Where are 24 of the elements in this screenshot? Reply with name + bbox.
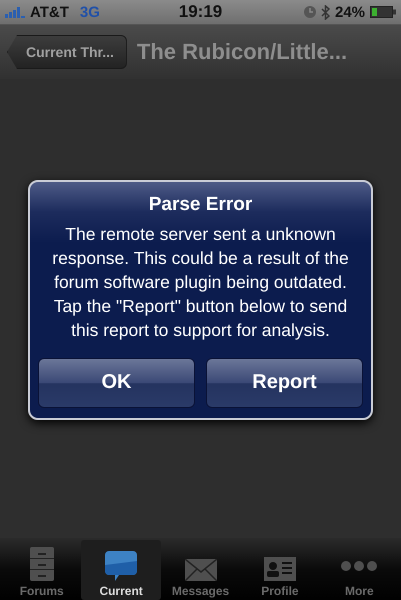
id-card-icon [264, 557, 296, 581]
carrier-name: AT&T [30, 4, 69, 20]
more-icon [341, 561, 378, 571]
tab-bar-item[interactable]: Profile [240, 540, 320, 600]
tab-bar-item[interactable]: Messages [160, 540, 240, 600]
battery-icon [370, 6, 396, 18]
envelope-icon [184, 559, 217, 581]
battery-percent: 24% [334, 4, 366, 20]
alert-button[interactable]: Report [206, 358, 363, 408]
tab-bar-item[interactable]: More [320, 540, 400, 600]
signal-icon [5, 6, 25, 18]
bluetooth-icon [320, 4, 330, 20]
speech-bubble-icon [105, 551, 138, 581]
back-button[interactable]: Current Thr... [7, 35, 127, 69]
clock-time: 19:19 [178, 2, 222, 22]
nav-title: The Rubicon/Little... [136, 39, 348, 65]
tab-bar-item[interactable]: Current [81, 540, 161, 600]
alert-button[interactable]: OK [38, 358, 195, 408]
cabinet-icon [30, 547, 54, 581]
alert-message: The remote server sent a unknown response. This could be a result of the forum software plugin being outdated. Tap the "Report" button below to send this report to support for analysis. [51, 222, 350, 342]
alert-title: Parse Error [148, 194, 252, 216]
tab-bar-item[interactable]: Forums [2, 540, 82, 600]
network-type: 3G [80, 4, 100, 20]
alarm-icon [304, 6, 316, 18]
